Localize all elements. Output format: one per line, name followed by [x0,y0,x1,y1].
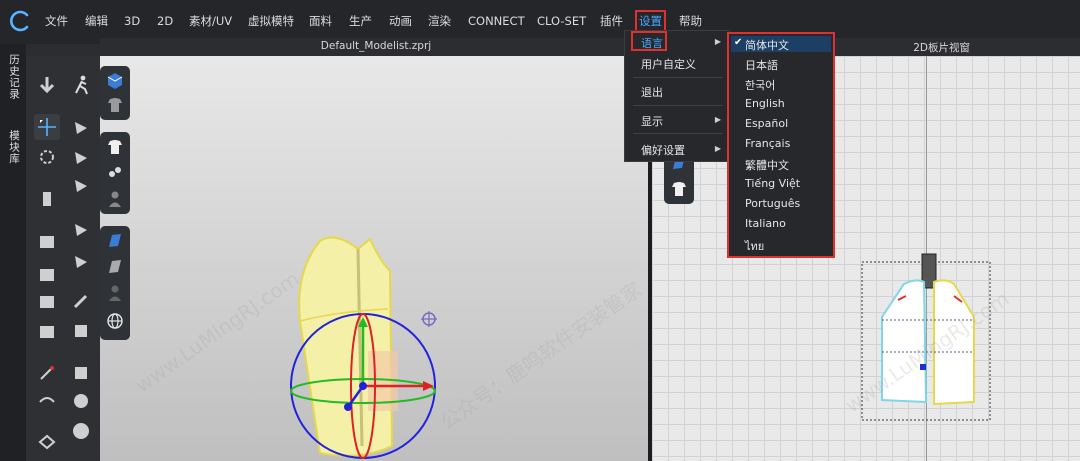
cube-icon[interactable] [104,70,126,92]
lang-vietnamese[interactable]: Tiếng Việt [745,177,800,190]
viewport-toolbar-mid [100,132,130,214]
tool-palette [26,56,100,461]
gizmo-icon[interactable] [288,311,438,461]
avatar-hidden-icon[interactable] [104,282,126,304]
shirt-icon[interactable] [104,136,126,158]
language-highlight [631,31,667,51]
shirt-2d-icon[interactable] [668,178,690,200]
lang-portuguese[interactable]: Português [745,197,800,210]
lang-spanish[interactable]: Español [745,117,788,130]
garment-body-icon[interactable] [34,186,60,212]
menu-edit[interactable]: 编辑 [85,13,108,29]
pattern-tool-icon[interactable] [34,288,60,314]
menu-production[interactable]: 生产 [349,13,372,29]
menu-settings[interactable]: 设置 [635,10,666,32]
menu-avatar[interactable]: 虚拟模特 [248,13,294,29]
menu-divider [633,77,723,78]
fit-tool-icon[interactable] [34,228,60,254]
lang-simplified-chinese[interactable]: 简体中文 [745,37,789,53]
menu-render[interactable]: 渲染 [428,13,451,29]
avatar-shirt-icon[interactable] [104,94,126,116]
lang-french[interactable]: Français [745,137,790,150]
menu-display[interactable]: 显示 [641,113,663,129]
menu-3d[interactable]: 3D [124,13,140,29]
view2d-title: 2D板片视窗 [913,42,970,54]
lang-english[interactable]: English [745,97,785,110]
target-icon[interactable] [418,308,440,330]
lang-italian[interactable]: Italiano [745,217,786,230]
viewport-toolbar-top [100,66,130,120]
needle-tool-icon[interactable] [34,360,60,386]
menu-animation[interactable]: 动画 [389,13,412,29]
document-title: Default_Modelist.zprj [320,40,432,52]
viewport-titlebar: Default_Modelist.zprj [100,38,652,56]
check-icon: ✔ [734,37,743,48]
pin-tool-icon[interactable] [68,172,94,198]
menu-connect[interactable]: CONNECT [468,13,525,29]
submenu-arrow-icon: ▶ [714,144,721,153]
globe-icon[interactable] [104,310,126,332]
3d-viewport[interactable] [100,56,648,461]
zipper-tool-icon[interactable] [34,388,60,414]
texture-icon[interactable] [104,256,126,278]
sewing-tool-icon[interactable] [34,261,60,287]
walk-icon[interactable] [68,72,94,98]
button-tool-icon[interactable] [34,318,60,344]
tack-tool-icon[interactable] [68,144,94,170]
stitch-tool-icon[interactable] [68,360,94,386]
measure-tool-icon[interactable] [68,216,94,242]
menu-divider [633,133,723,134]
buttonhole-tool-icon[interactable] [68,418,94,444]
fabric-icon[interactable] [104,230,126,252]
language-submenu: ✔ 简体中文 日本語 한국어 English Español Français … [727,32,835,258]
menu-plugins[interactable]: 插件 [600,13,623,29]
menu-help[interactable]: 帮助 [679,13,702,29]
brush-tool-icon[interactable] [68,288,94,314]
menu-2d[interactable]: 2D [157,13,173,29]
lang-traditional-chinese[interactable]: 繁體中文 [745,157,789,173]
menu-fabric[interactable]: 面料 [309,13,332,29]
lang-korean[interactable]: 한국어 [745,77,775,93]
submenu-arrow-icon: ▶ [714,37,721,46]
pin-icon[interactable] [104,162,126,184]
viewport-toolbar-bottom [100,226,130,340]
avatar-icon[interactable] [104,188,126,210]
menu-preferences[interactable]: 偏好设置 [641,142,685,158]
move-icon[interactable] [34,114,60,140]
record-tool-icon[interactable] [68,388,94,414]
menu-customize[interactable]: 用户自定义 [641,56,696,72]
lang-japanese[interactable]: 日本語 [745,57,778,73]
fold-tool-icon[interactable] [68,114,94,140]
menu-file[interactable]: 文件 [45,13,68,29]
texture-tool-icon[interactable] [68,318,94,344]
submenu-arrow-icon: ▶ [714,115,721,124]
side-tabs: 历史记录 模块库 [0,44,26,461]
menu-divider [633,105,723,106]
tab-library[interactable]: 模块库 [4,130,22,165]
lang-thai[interactable]: ไทย [745,237,764,255]
fold-arrange-icon[interactable] [68,248,94,274]
menu-material[interactable]: 素材/UV [189,13,232,29]
menu-exit[interactable]: 退出 [641,84,663,100]
tab-history[interactable]: 历史记录 [4,54,22,100]
menu-clo-set[interactable]: CLO-SET [537,13,586,29]
logo-icon[interactable] [8,9,32,33]
settings-dropdown: 语言 ▶ 用户自定义 退出 显示 ▶ 偏好设置 ▶ [624,30,730,162]
select-mesh-icon[interactable] [34,144,60,170]
down-arrow-tool-icon[interactable] [34,72,60,98]
layer-tool-icon[interactable] [34,428,60,454]
